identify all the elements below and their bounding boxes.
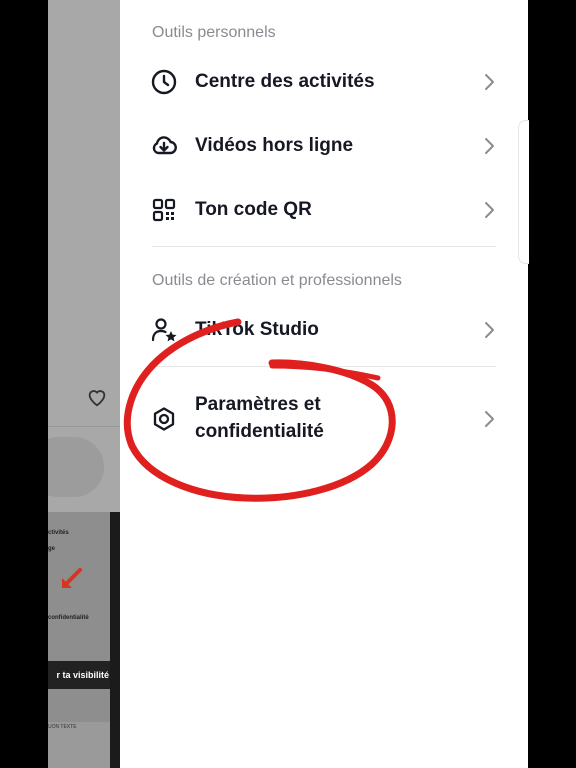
chevron-right-icon bbox=[485, 138, 494, 154]
menu-label: Vidéos hors ligne bbox=[195, 135, 354, 156]
qr-code-icon bbox=[152, 198, 176, 222]
thumbnail-text: ge bbox=[48, 546, 56, 552]
chevron-right-icon bbox=[485, 322, 494, 338]
background-button bbox=[48, 437, 104, 497]
chevron-right-icon bbox=[485, 202, 494, 218]
thumbnail-text: confidentialité bbox=[48, 615, 89, 621]
thumbnail-banner: r ta visibilité bbox=[48, 661, 116, 689]
cloud-download-icon bbox=[152, 136, 177, 155]
thumbnail-bottom-text: UON TEXTE bbox=[48, 724, 77, 730]
side-drawer: Outils personnels Centre des activités V… bbox=[120, 0, 528, 768]
section-divider bbox=[152, 246, 496, 247]
menu-item-offline-videos[interactable]: Vidéos hors ligne bbox=[120, 128, 528, 164]
menu-label: TikTok Studio bbox=[195, 319, 319, 340]
heart-icon bbox=[88, 390, 106, 407]
section-title-personal-tools: Outils personnels bbox=[152, 24, 276, 41]
menu-label: Centre des activités bbox=[195, 71, 375, 92]
menu-item-settings-privacy[interactable]: Paramètres et confidentialité bbox=[120, 390, 528, 448]
chevron-right-icon bbox=[485, 74, 494, 90]
clock-icon bbox=[151, 69, 177, 95]
thumbnail-edge bbox=[110, 512, 120, 768]
gear-icon bbox=[153, 407, 175, 431]
chevron-right-icon bbox=[485, 411, 494, 427]
section-title-creation-tools: Outils de création et professionnels bbox=[152, 272, 402, 289]
red-arrow-icon bbox=[62, 568, 82, 588]
scroll-edge bbox=[518, 120, 529, 264]
thumbnail-text: ctivités bbox=[48, 530, 69, 536]
menu-item-qr-code[interactable]: Ton code QR bbox=[120, 192, 528, 228]
background-divider bbox=[48, 426, 120, 427]
menu-item-activity-center[interactable]: Centre des activités bbox=[120, 64, 528, 100]
menu-item-tiktok-studio[interactable]: TikTok Studio bbox=[120, 312, 528, 348]
person-star-icon bbox=[151, 318, 177, 342]
section-divider bbox=[152, 366, 496, 367]
menu-label: Ton code QR bbox=[195, 199, 312, 220]
menu-label-line1: Paramètres et bbox=[195, 394, 321, 415]
menu-label-line2: confidentialité bbox=[195, 421, 324, 442]
